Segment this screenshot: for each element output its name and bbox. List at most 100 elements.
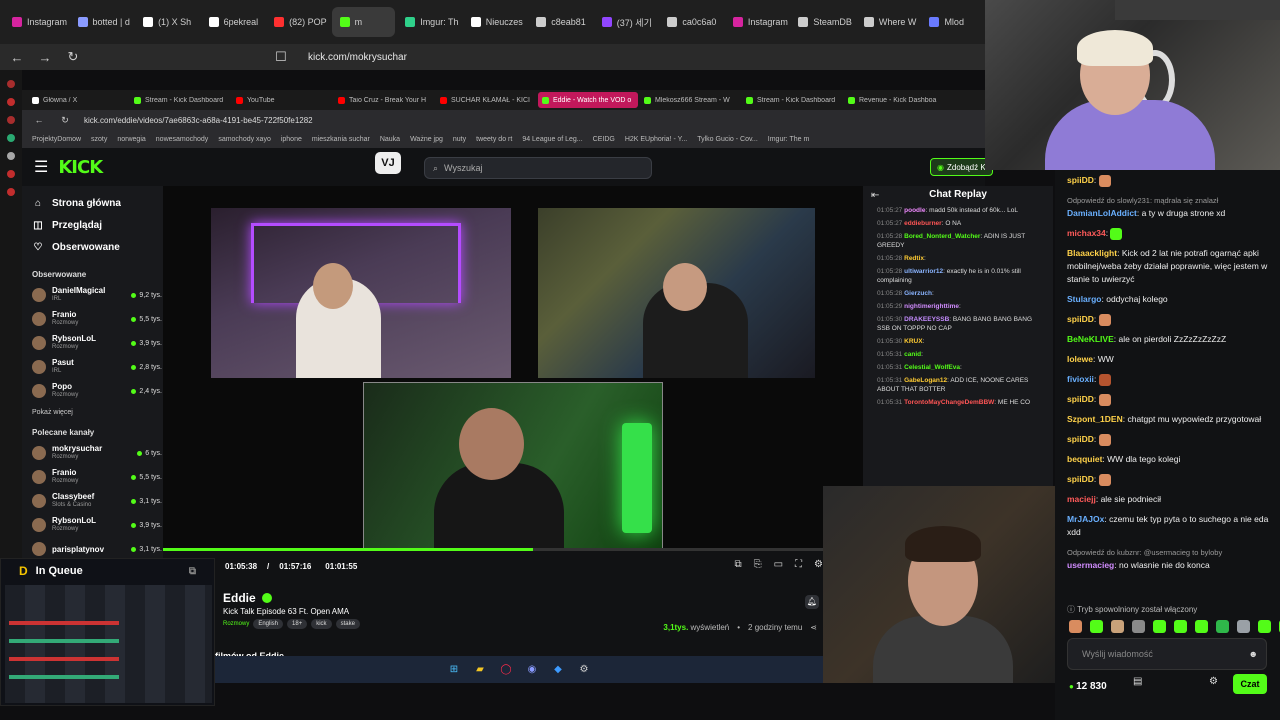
bookmark-item[interactable]: CEIDG [593, 136, 615, 143]
chat-username[interactable]: spiiDD [1067, 175, 1094, 185]
bell-icon[interactable]: 🔔︎ [805, 595, 819, 609]
get-kicks-button[interactable]: ◉ Zdobądź K [930, 158, 993, 176]
bookmark-item[interactable]: Nauka [380, 136, 400, 143]
channel-item[interactable]: Popo Rozmowy 2,4 tys. [32, 379, 163, 403]
queue-preview[interactable] [5, 585, 212, 703]
chat-username[interactable]: Szpont_1DEN [1067, 414, 1123, 424]
message-user[interactable]: poodle [904, 207, 925, 214]
chat-username[interactable]: Stulargo [1067, 294, 1101, 304]
tag-chip[interactable]: kick [311, 619, 332, 629]
video-player[interactable] [163, 186, 863, 551]
message-user[interactable]: DRAKEEYSSB [904, 316, 949, 323]
reload-icon[interactable]: ↻ [58, 115, 72, 126]
chat-username[interactable]: usermacieg [1067, 560, 1114, 570]
message-user[interactable]: ultiwarrior12 [904, 268, 943, 275]
emote-icon[interactable] [1195, 620, 1208, 633]
message-user[interactable]: TorontoMayChangeDemBBW [904, 399, 994, 406]
outer-tab[interactable]: 6pekreal [201, 7, 265, 37]
chat-username[interactable]: DamianLolAddict [1067, 208, 1137, 218]
channel-item[interactable]: mokrysuchar Rozmowy 6 tys. [32, 441, 163, 465]
outer-tab[interactable]: botted | d [70, 7, 134, 37]
vj-button[interactable]: VJ [375, 152, 401, 174]
search-input[interactable]: ⌕ Wyszukaj [424, 157, 652, 179]
theater-icon[interactable]: ▭ [774, 559, 783, 570]
rail-icon[interactable] [7, 152, 15, 160]
bookmark-item[interactable]: samochody xayo [218, 136, 271, 143]
rail-icon[interactable] [7, 170, 15, 178]
chat-username[interactable]: MrJAJOx [1067, 514, 1104, 524]
bookmark-item[interactable]: Tylko Gucio - Cov... [697, 136, 758, 143]
message-user[interactable]: Gierzuch [904, 290, 932, 297]
back-icon[interactable]: ← [32, 115, 46, 125]
store-icon[interactable]: ▤ [1133, 676, 1142, 687]
discord-icon[interactable]: ◉ [525, 663, 539, 677]
chat-username[interactable]: spiiDD [1067, 474, 1094, 484]
chat-username[interactable]: fivioxii [1067, 374, 1094, 384]
outer-tab[interactable]: SteamDB [790, 7, 854, 37]
emote-icon[interactable] [1174, 620, 1187, 633]
file-explorer-icon[interactable]: ▰ [473, 663, 487, 677]
popout-icon[interactable]: ⧉ [189, 566, 196, 577]
emote-icon[interactable] [1237, 620, 1250, 633]
outer-url-field[interactable]: kick.com/mokrysuchar [308, 52, 407, 63]
channel-item[interactable]: Franio Rozmowy 5,5 tys. [32, 307, 163, 331]
messenger-icon[interactable]: ◆ [551, 663, 565, 677]
bookmark-item[interactable]: Imgur: The m [768, 136, 810, 143]
inner-tab[interactable]: SUCHAR KŁAMAŁ - KICI [436, 96, 536, 104]
rail-icon[interactable] [7, 188, 15, 196]
tag-chip[interactable]: stake [335, 619, 360, 629]
message-user[interactable]: Bored_Nonterd_Watcher [904, 233, 980, 240]
emote-icon[interactable] [1111, 620, 1124, 633]
forward-icon[interactable]: → [38, 50, 52, 65]
outer-tab[interactable]: Mlod [921, 7, 985, 37]
rail-icon[interactable] [7, 116, 15, 124]
inner-tab[interactable]: Revenue - Kick Dashboa [844, 96, 944, 104]
settings-icon[interactable]: ⚙ [814, 559, 823, 570]
bookmark-item[interactable]: mieszkania suchar [312, 136, 370, 143]
show-more-link[interactable]: Pokaż więcej [32, 409, 163, 416]
chat-username[interactable]: lolewe [1067, 354, 1093, 364]
outer-tab[interactable]: ca0c6a0 [659, 7, 723, 37]
nav-item[interactable]: ♡ Obserwowane [32, 236, 163, 258]
emoji-icon[interactable]: ☻ [1249, 649, 1258, 659]
collapse-chat-icon[interactable]: ⇤ [871, 190, 879, 201]
miniplayer-icon[interactable]: ⧉ [734, 559, 741, 570]
rail-icon[interactable] [7, 98, 15, 106]
outer-tab[interactable]: (1) X Sh [135, 7, 199, 37]
emote-icon[interactable] [1069, 620, 1082, 633]
chat-username[interactable]: michax34 [1067, 228, 1106, 238]
emote-icon[interactable] [1132, 620, 1145, 633]
chat-settings-icon[interactable]: ⚙ [1209, 676, 1218, 687]
outer-tab[interactable]: Instagram [4, 7, 68, 37]
chat-username[interactable]: Blaaacklight [1067, 248, 1117, 258]
nav-item[interactable]: ⌂ Strona główna [32, 192, 163, 214]
bookmark-item[interactable]: nowesamochody [156, 136, 209, 143]
windows-start-icon[interactable]: ⊞ [447, 663, 461, 677]
channel-item[interactable]: Pasut IRL 2,8 tys. [32, 355, 163, 379]
chat-username[interactable]: spiiDD [1067, 394, 1094, 404]
rail-icon[interactable] [7, 80, 15, 88]
message-user[interactable]: KRUX [904, 338, 922, 345]
clip-icon[interactable]: ⎘ [754, 559, 762, 570]
bookmark-item[interactable]: 94 League of Leg... [522, 136, 582, 143]
message-user[interactable]: GabeLogan12 [904, 377, 947, 384]
chat-username[interactable]: spiiDD [1067, 434, 1094, 444]
channel-item[interactable]: RybsonLoL Rozmowy 3,9 tys. [32, 513, 163, 537]
reload-icon[interactable]: ↻ [66, 49, 80, 65]
message-user[interactable]: nightimerighttime [904, 303, 959, 310]
outer-tab[interactable]: (37) 세기 [594, 7, 658, 37]
chat-username[interactable]: spiiDD [1067, 314, 1094, 324]
bookmark-item[interactable]: szoty [91, 136, 107, 143]
emote-icon[interactable] [1258, 620, 1271, 633]
emote-icon[interactable] [1090, 620, 1103, 633]
bookmark-item[interactable]: ProjektyDomow [32, 136, 81, 143]
message-user[interactable]: eddieburner [904, 220, 942, 227]
bookmark-item[interactable]: H2K EUphoria! - Y... [625, 136, 687, 143]
outer-tab[interactable]: m [331, 7, 396, 37]
streamer-name[interactable]: Eddie [223, 591, 256, 605]
bookmark-item[interactable]: iphone [281, 136, 302, 143]
inner-tab[interactable]: Taio Cruz - Break Your H [334, 96, 434, 104]
inner-tab[interactable]: Mlekosz666 Stream - W [640, 96, 740, 104]
outer-tab[interactable]: Instagram [725, 7, 789, 37]
chat-username[interactable]: BeNeKLIVE [1067, 334, 1114, 344]
